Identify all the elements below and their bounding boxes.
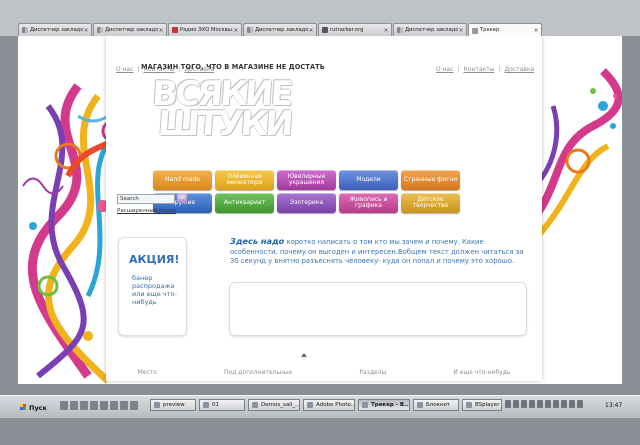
browser-tab-strip: Диспетчер закладок × Диспетчер закладок …: [0, 0, 640, 37]
category-hand-made[interactable]: Hand made: [153, 170, 212, 190]
tray-icon[interactable]: [577, 400, 583, 408]
tray-icon[interactable]: [505, 400, 511, 408]
quicklaunch-icon[interactable]: [80, 401, 88, 410]
taskbar-window-bsplayer[interactable]: BSplayer: [462, 399, 502, 411]
bookmark-manager-icon: [397, 27, 403, 33]
promo-banner[interactable]: АКЦИЯ! банер распродажа или еще что-нибу…: [118, 237, 187, 336]
close-icon[interactable]: ×: [458, 25, 464, 36]
windows-logo-icon: [20, 404, 26, 410]
tray-icon[interactable]: [545, 400, 551, 408]
scroll-up-arrow-icon[interactable]: [301, 353, 307, 357]
category-esoterics[interactable]: Эзотерика: [277, 193, 336, 213]
category-row-1: Hand made Оловянная миниатюра Ювелирные …: [153, 170, 465, 190]
category-painting-graphics[interactable]: Живопись и графика: [339, 193, 398, 213]
nav-separator: |: [498, 66, 501, 73]
intro-lead: Здесь надо: [230, 236, 285, 246]
close-icon[interactable]: ×: [158, 25, 164, 36]
nav-separator: |: [137, 66, 140, 73]
start-button[interactable]: Пуск: [29, 404, 47, 412]
tray-icon[interactable]: [569, 400, 575, 408]
taskbar-window-demos[interactable]: Demos_sail_...: [248, 399, 300, 411]
tray-icon[interactable]: [561, 400, 567, 408]
tab-bookmarks-4[interactable]: Диспетчер закладок ×: [393, 23, 467, 36]
search-button[interactable]: ok: [177, 194, 187, 203]
category-antiques[interactable]: Антиквариат: [215, 193, 274, 213]
bookmark-manager-icon: [247, 27, 253, 33]
logo-line-2: ШТУКИ: [156, 104, 293, 144]
promo-body: банер распродажа или еще что-нибудь: [132, 274, 177, 306]
site-tagline: МАГАЗИН ТОГО, ЧТО В МАГАЗИНЕ НЕ ДОСТАТЬ: [141, 63, 325, 71]
tab-label: Диспетчер закладок: [105, 26, 158, 33]
category-jewelry[interactable]: Ювелирные украшения: [277, 170, 336, 190]
tray-icon[interactable]: [537, 400, 543, 408]
tab-row: Диспетчер закладок × Диспетчер закладок …: [18, 23, 543, 37]
category-strange-things[interactable]: Странные фигни: [401, 170, 460, 190]
footer-link-place[interactable]: Место: [138, 369, 157, 376]
tab-bookmarks-3[interactable]: Диспетчер закладок ×: [243, 23, 317, 36]
taskbar-window-notepad[interactable]: Блокнот: [413, 399, 459, 411]
bookmark-manager-icon: [22, 27, 28, 33]
category-tin-miniature[interactable]: Оловянная миниатюра: [215, 170, 274, 190]
close-icon[interactable]: ×: [383, 25, 389, 36]
quicklaunch-icon[interactable]: [130, 401, 138, 410]
category-kids-creativity[interactable]: Детское творчество: [401, 193, 460, 213]
footer-links: Место Под дополнительные Разделы И еще ч…: [104, 365, 544, 379]
footer-link-additional[interactable]: Под дополнительные: [224, 369, 292, 376]
close-icon[interactable]: ×: [233, 25, 239, 36]
quicklaunch-icon[interactable]: [70, 401, 78, 410]
tray-icon[interactable]: [513, 400, 519, 408]
tab-label: Трекер: [480, 27, 500, 33]
close-icon[interactable]: ×: [83, 25, 89, 36]
radio-site-icon: [172, 27, 178, 33]
category-menu: Hand made Оловянная миниатюра Ювелирные …: [153, 170, 465, 216]
bookmark-manager-icon: [97, 27, 103, 33]
category-row-2: Оружие Антиквариат Эзотерика Живопись и …: [153, 193, 465, 213]
tab-label: Диспетчер закладок: [255, 26, 308, 33]
tab-label: Радио ЭХО Москвы...: [180, 26, 233, 33]
quicklaunch-icon[interactable]: [110, 401, 118, 410]
tray-icon[interactable]: [521, 400, 527, 408]
content-box: [229, 282, 527, 336]
tab-bookmarks-1[interactable]: Диспетчер закладок ×: [18, 23, 92, 36]
tab-echo-radio[interactable]: Радио ЭХО Москвы... ×: [168, 23, 242, 36]
taskbar-window-01[interactable]: 01: [199, 399, 245, 411]
tab-label: rutracker.org: [330, 26, 364, 33]
promo-title: АКЦИЯ!: [129, 253, 180, 266]
close-icon[interactable]: ×: [308, 25, 314, 36]
tab-label: Диспетчер закладок: [405, 26, 458, 33]
footer-link-more[interactable]: И еще что-нибудь: [453, 369, 510, 376]
quicklaunch-icon[interactable]: [60, 401, 68, 410]
nav-separator: |: [457, 66, 460, 73]
nav-contacts-link[interactable]: Контакты: [464, 66, 495, 73]
nav-delivery-link[interactable]: Доставка: [504, 66, 534, 73]
site-logo[interactable]: ВСЯКИЕ ШТУКИ: [149, 74, 303, 144]
rutracker-site-icon: [322, 27, 328, 33]
taskbar-window-preview[interactable]: preview: [150, 399, 196, 411]
intro-text: Здесь надо коротко написать о том кто мы…: [230, 236, 530, 267]
tab-rutracker[interactable]: rutracker.org ×: [318, 23, 392, 36]
advanced-search-link[interactable]: Расширенный поиск: [117, 208, 176, 214]
quicklaunch-icon[interactable]: [120, 401, 128, 410]
tab-bookmarks-2[interactable]: Диспетчер закладок ×: [93, 23, 167, 36]
nav-about-link[interactable]: О нас: [436, 66, 454, 73]
nav-about-link[interactable]: О нас: [116, 66, 134, 73]
page-icon: [472, 27, 478, 34]
system-tray: [505, 400, 583, 410]
tray-icon[interactable]: [529, 400, 535, 408]
web-page: О нас | Контакты | Доставка МАГАЗИН ТОГО…: [18, 36, 622, 384]
tab-tracker-active[interactable]: Трекер ×: [468, 23, 542, 37]
top-nav-right: О нас | Контакты | Доставка: [436, 66, 534, 73]
category-models[interactable]: Модели: [339, 170, 398, 190]
taskbar-window-photoshop[interactable]: Adobe Photo...: [303, 399, 355, 411]
quicklaunch-icon[interactable]: [90, 401, 98, 410]
tab-label: Диспетчер закладок: [30, 26, 83, 33]
tray-icon[interactable]: [553, 400, 559, 408]
taskbar-window-tracker[interactable]: Трекер - B...: [358, 399, 410, 411]
close-icon[interactable]: ×: [533, 25, 539, 36]
search-input[interactable]: Search: [117, 194, 175, 204]
taskbar-clock: 13:47: [605, 402, 623, 409]
quicklaunch-icon[interactable]: [100, 401, 108, 410]
footer-link-sections[interactable]: Разделы: [359, 369, 386, 376]
